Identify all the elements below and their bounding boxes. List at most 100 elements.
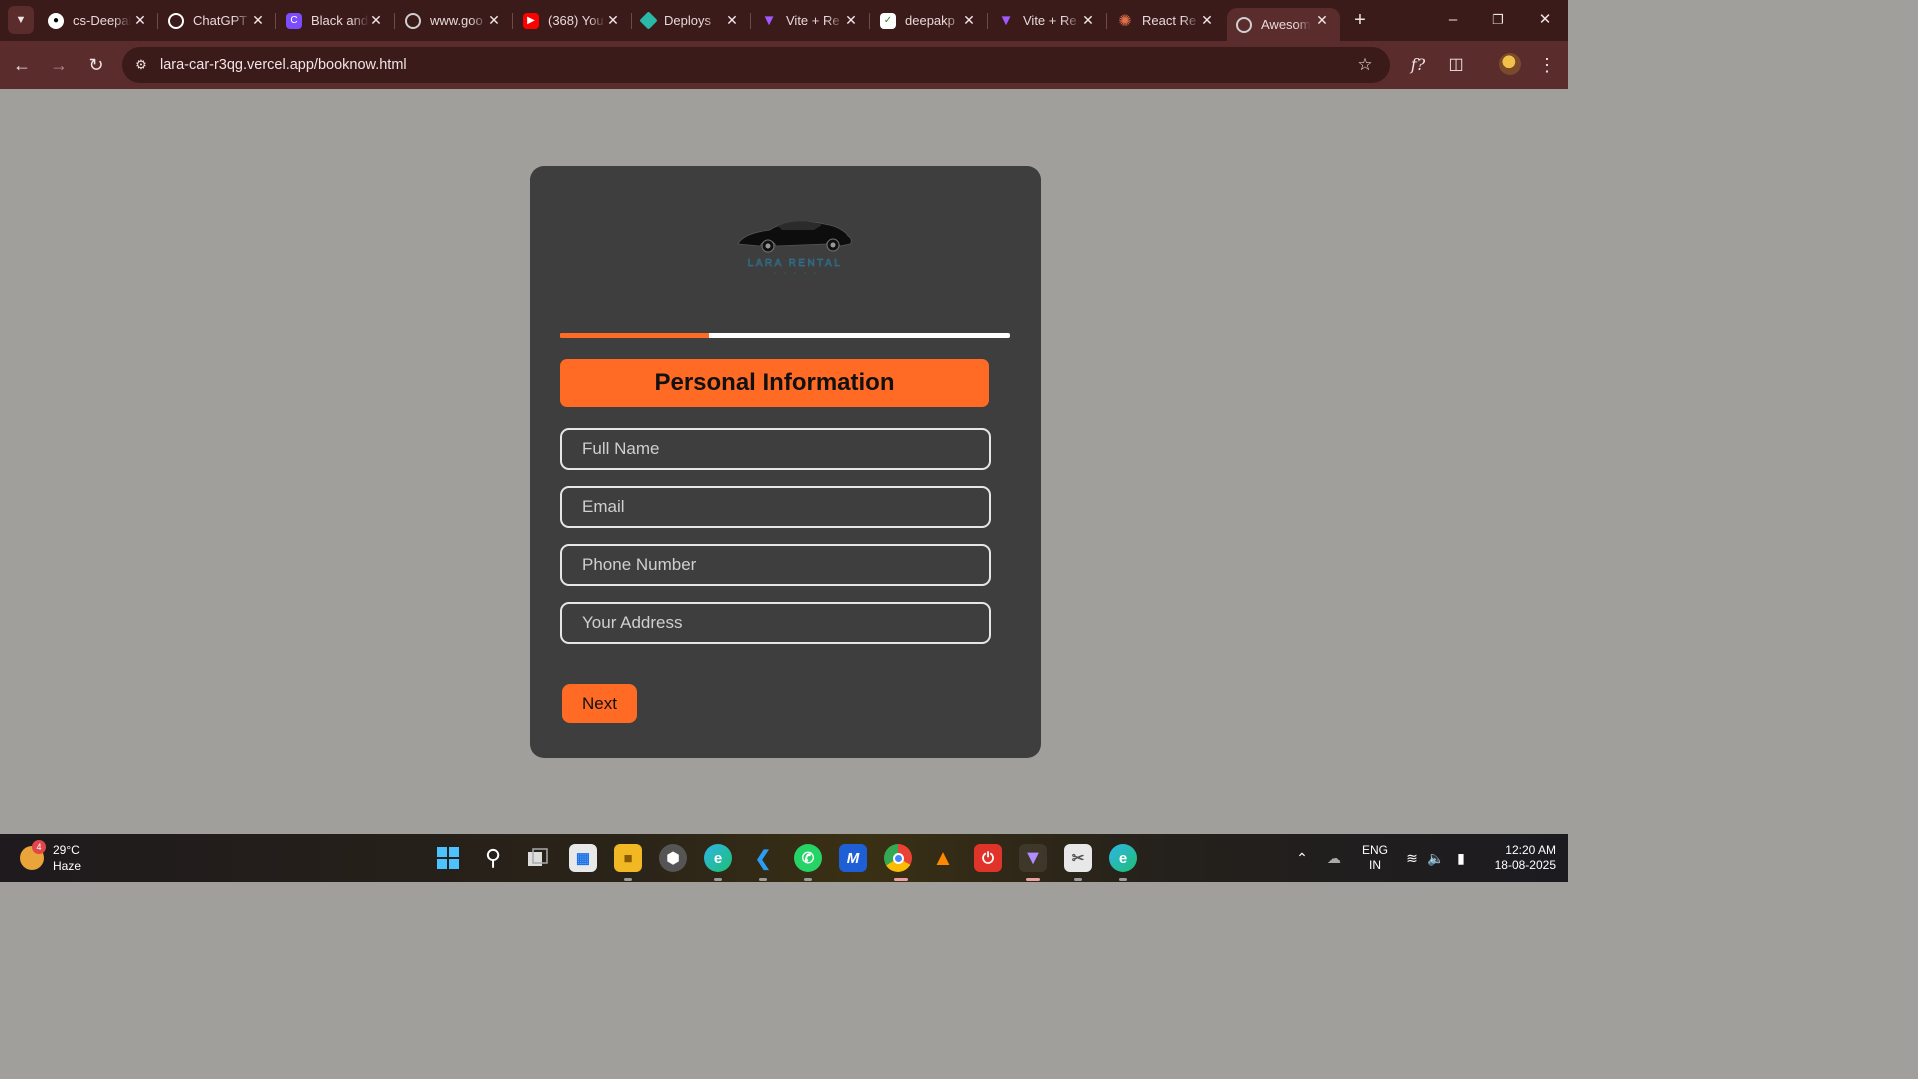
browser-toolbar: ← → ↻ ⚙ lara-car-r3qg.vercel.app/booknow…	[0, 41, 1568, 89]
tab-close-icon[interactable]: ✕	[368, 12, 384, 28]
tab-close-icon[interactable]: ✕	[843, 12, 859, 28]
clock[interactable]: 12:20 AM 18-08-2025	[1480, 843, 1556, 873]
extensions-puzzle-icon[interactable]: ◫	[1444, 53, 1468, 77]
tab-google[interactable]: www.goo ✕	[405, 0, 502, 41]
running-indicator	[1074, 878, 1082, 881]
youtube-icon: ▶	[523, 12, 539, 29]
car-logo-icon	[737, 221, 852, 253]
wifi-icon[interactable]: ≋	[1402, 848, 1422, 868]
reload-button[interactable]: ↻	[84, 53, 108, 77]
booking-form-card: LARA RENTAL Personal Information Next	[530, 166, 1041, 758]
extension-fx-icon[interactable]: f?	[1406, 53, 1430, 77]
vscode-icon[interactable]: ❮	[749, 844, 777, 872]
battery-icon[interactable]: ▮	[1451, 848, 1471, 868]
url-text[interactable]: lara-car-r3qg.vercel.app/booknow.html	[160, 57, 407, 73]
tab-chatgpt[interactable]: ChatGPT ✕	[168, 0, 266, 41]
tab-canva[interactable]: C Black and ✕	[286, 0, 384, 41]
running-indicator	[1119, 878, 1127, 881]
logo-dots	[774, 272, 816, 274]
mailtrack-icon[interactable]: M	[839, 844, 867, 872]
microsoft-store-icon[interactable]: ▦	[569, 844, 597, 872]
tab-github[interactable]: ● cs-Deepak ✕	[48, 0, 148, 41]
tab-divider	[987, 13, 988, 29]
tab-divider	[275, 13, 276, 29]
tab-close-icon[interactable]: ✕	[605, 12, 621, 28]
tab-deepakp[interactable]: ✓ deepakp ✕	[880, 0, 977, 41]
profile-avatar[interactable]	[1499, 53, 1521, 75]
email-input[interactable]	[560, 486, 991, 528]
tab-divider	[750, 13, 751, 29]
address-input[interactable]	[560, 602, 991, 644]
globe-icon	[405, 12, 421, 29]
tab-close-icon[interactable]: ✕	[250, 12, 266, 28]
full-name-input[interactable]	[560, 428, 991, 470]
vlc-icon[interactable]: ▲	[929, 844, 957, 872]
vite-app-icon[interactable]: ▼	[1019, 844, 1047, 872]
file-explorer-icon[interactable]: ■	[614, 844, 642, 872]
tab-close-icon[interactable]: ✕	[1314, 12, 1330, 28]
active-indicator	[1026, 878, 1040, 881]
tab-divider	[157, 13, 158, 29]
language-indicator[interactable]: ENG IN	[1362, 843, 1388, 873]
tab-divider	[869, 13, 870, 29]
tab-netlify[interactable]: Deploys ✕	[639, 0, 740, 41]
power-app-icon[interactable]: ⏻	[974, 844, 1002, 872]
windows-taskbar: 4 29°C Haze ⚲ ▦ ■ ⬢ e ❮ ✆ M ▲ ⏻ ▼ ✂ e ⌃ …	[0, 834, 1568, 882]
edge-icon[interactable]: e	[1109, 844, 1137, 872]
tab-vite-2[interactable]: ▼ Vite + Re ✕	[998, 0, 1096, 41]
tab-search-button[interactable]: ▼	[8, 6, 34, 34]
tab-close-icon[interactable]: ✕	[132, 12, 148, 28]
tab-youtube[interactable]: ▶ (368) You ✕	[523, 0, 621, 41]
globe-icon	[1236, 16, 1252, 33]
weather-temp[interactable]: 29°C	[53, 843, 80, 857]
next-button[interactable]: Next	[562, 684, 637, 723]
tab-close-icon[interactable]: ✕	[961, 12, 977, 28]
site-info-icon[interactable]: ⚙	[132, 56, 150, 74]
minimize-button[interactable]: –	[1441, 8, 1465, 32]
tab-close-icon[interactable]: ✕	[724, 12, 740, 28]
address-bar[interactable]: ⚙ lara-car-r3qg.vercel.app/booknow.html …	[122, 47, 1390, 83]
edge-dev-icon[interactable]: e	[704, 844, 732, 872]
active-indicator	[894, 878, 908, 881]
whatsapp-icon[interactable]: ✆	[794, 844, 822, 872]
snipping-tool-icon[interactable]: ✂	[1064, 844, 1092, 872]
onedrive-off-icon[interactable]: ☁	[1324, 848, 1344, 868]
vite-icon: ▼	[761, 12, 777, 29]
tab-react[interactable]: ✺ React Re ✕	[1117, 0, 1215, 41]
search-icon[interactable]: ⚲	[479, 844, 507, 872]
back-button[interactable]: ←	[10, 53, 34, 77]
windows-start-icon[interactable]	[434, 844, 462, 872]
netlify-icon	[639, 11, 658, 30]
canva-icon: C	[286, 12, 302, 29]
vercel-deploy-icon: ✓	[880, 12, 896, 29]
new-tab-button[interactable]: +	[1350, 10, 1370, 30]
tab-divider	[512, 13, 513, 29]
chevron-up-icon[interactable]: ⌃	[1292, 848, 1312, 868]
chrome-icon[interactable]	[884, 844, 912, 872]
section-title: Personal Information	[560, 359, 989, 407]
tab-close-icon[interactable]: ✕	[1199, 12, 1215, 28]
phone-input[interactable]	[560, 544, 991, 586]
chatgpt-icon	[168, 12, 184, 29]
restore-button[interactable]: ❐	[1486, 8, 1510, 32]
tab-close-icon[interactable]: ✕	[486, 12, 502, 28]
window-close-button[interactable]: ✕	[1533, 8, 1557, 32]
tab-close-icon[interactable]: ✕	[1080, 12, 1096, 28]
tab-awesome-active[interactable]: Awesome ✕	[1227, 8, 1340, 41]
browser-menu-icon[interactable]: ⋮	[1538, 53, 1556, 77]
running-indicator	[714, 878, 722, 881]
weather-condition[interactable]: Haze	[53, 859, 81, 873]
github-icon: ●	[48, 12, 64, 29]
step-progress-fill	[560, 333, 709, 338]
weather-badge: 4	[32, 840, 46, 854]
forward-button[interactable]: →	[47, 53, 71, 77]
bookmark-star-icon[interactable]: ☆	[1354, 54, 1376, 76]
tab-vite-1[interactable]: ▼ Vite + Re ✕	[761, 0, 859, 41]
running-indicator	[624, 878, 632, 881]
vite-icon: ▼	[998, 12, 1014, 29]
task-view-icon[interactable]	[524, 844, 552, 872]
tab-divider	[1106, 13, 1107, 29]
claude-icon: ✺	[1118, 12, 1132, 30]
app-cube-icon[interactable]: ⬢	[659, 844, 687, 872]
volume-icon[interactable]: 🔈	[1426, 848, 1446, 868]
